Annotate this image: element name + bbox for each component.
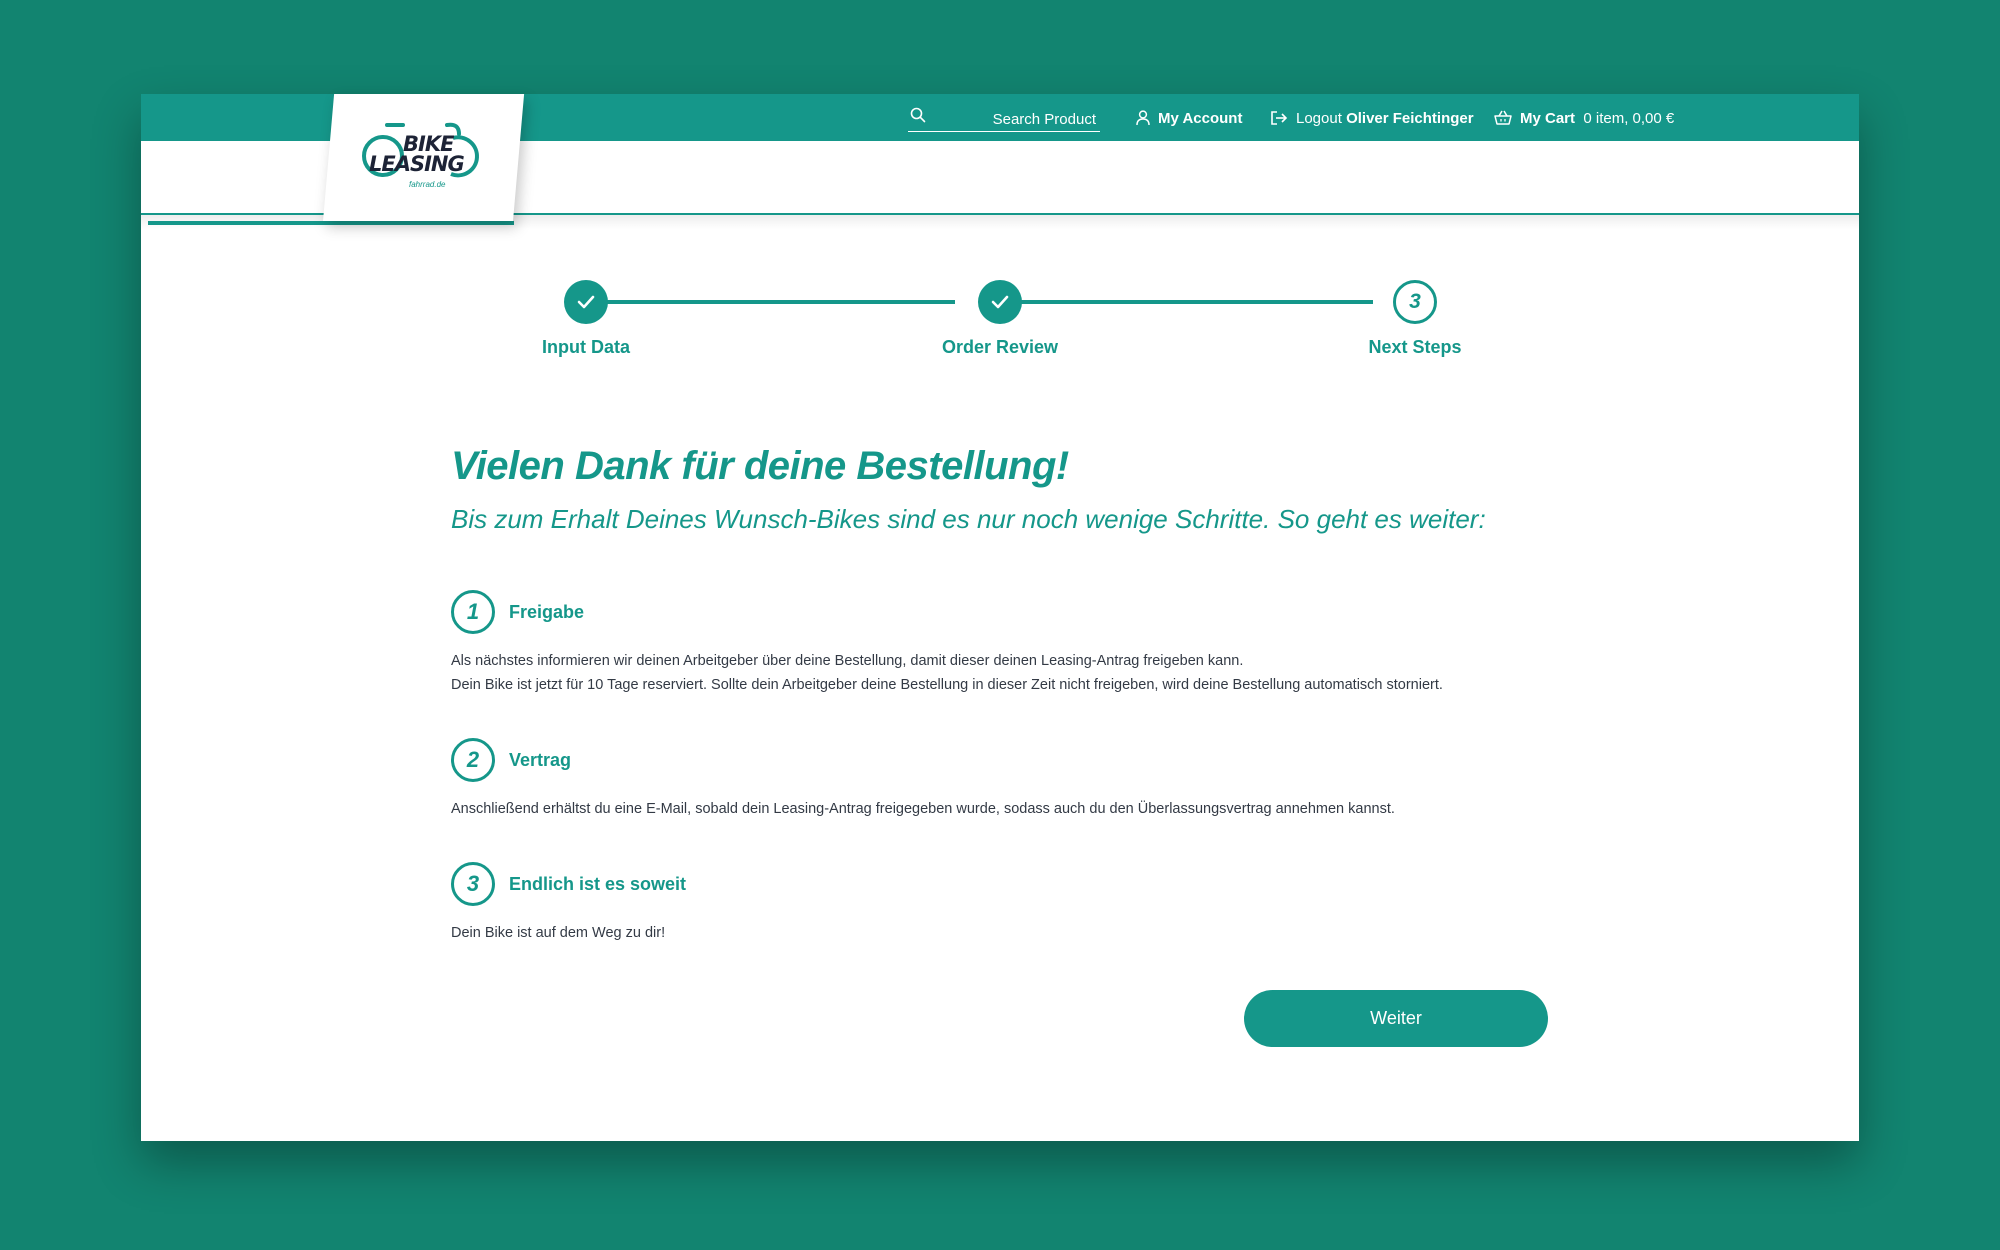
page-title: Vielen Dank für deine Bestellung! xyxy=(451,444,1069,488)
search-field[interactable] xyxy=(908,106,1100,132)
weiter-button[interactable]: Weiter xyxy=(1244,990,1548,1047)
section-3-heading: Endlich ist es soweit xyxy=(509,874,687,894)
checkmark-icon xyxy=(991,295,1009,309)
section-1-number: 1 xyxy=(451,590,495,634)
section-1-text: Als nächstes informieren wir deinen Arbe… xyxy=(451,649,1651,697)
bike-leasing-logo[interactable]: BIKE LEASING fahrrad.de xyxy=(359,118,487,196)
step-2-indicator xyxy=(978,280,1022,324)
logo-text-domain: fahrrad.de xyxy=(409,180,446,189)
basket-icon xyxy=(1494,110,1512,125)
logo-text-leasing: LEASING xyxy=(369,152,465,176)
search-input[interactable] xyxy=(932,108,1096,130)
logout-link[interactable]: Logout Oliver Feichtinger xyxy=(1270,108,1474,128)
my-account-link[interactable]: My Account xyxy=(1136,108,1242,128)
section-1-heading: Freigabe xyxy=(509,602,585,622)
logout-label: Logout xyxy=(1296,109,1342,127)
section-2-heading: Vertrag xyxy=(509,750,572,770)
user-name: Oliver Feichtinger xyxy=(1346,109,1474,127)
step-connector xyxy=(586,300,955,304)
section-2-text: Anschließend erhältst du eine E-Mail, so… xyxy=(451,797,1651,821)
section-2-line-1: Anschließend erhältst du eine E-Mail, so… xyxy=(451,801,1395,817)
search-icon xyxy=(910,107,926,123)
step-label-order-review: Order Review xyxy=(941,337,1059,357)
logout-icon xyxy=(1271,111,1288,125)
section-3-text: Dein Bike ist auf dem Weg zu dir! xyxy=(451,921,1651,945)
step-label-input-data: Input Data xyxy=(542,337,630,357)
user-icon xyxy=(1136,110,1150,126)
section-1-line-2: Dein Bike ist jetzt für 10 Tage reservie… xyxy=(451,677,1443,693)
my-cart-label: My Cart xyxy=(1520,109,1576,127)
checkmark-icon xyxy=(577,295,595,309)
section-1-line-1: Als nächstes informieren wir deinen Arbe… xyxy=(451,653,1244,669)
step-3-indicator: 3 xyxy=(1393,280,1437,324)
step-connector xyxy=(1000,300,1373,304)
my-cart-link[interactable]: My Cart 0 item, 0,00 € xyxy=(1494,108,1674,128)
section-2-number: 2 xyxy=(451,738,495,782)
app-window: BIKE LEASING fahrrad.de My Account Logou… xyxy=(141,94,1859,1141)
cart-summary: 0 item, 0,00 € xyxy=(1583,109,1675,127)
step-label-next-steps: Next Steps xyxy=(1368,337,1462,357)
section-3-line-1: Dein Bike ist auf dem Weg zu dir! xyxy=(451,925,666,941)
section-3-number: 3 xyxy=(451,862,495,906)
my-account-label: My Account xyxy=(1158,109,1243,127)
page-subtitle: Bis zum Erhalt Deines Wunsch-Bikes sind … xyxy=(451,504,1486,534)
step-1-indicator xyxy=(564,280,608,324)
logo-underline xyxy=(148,221,514,225)
